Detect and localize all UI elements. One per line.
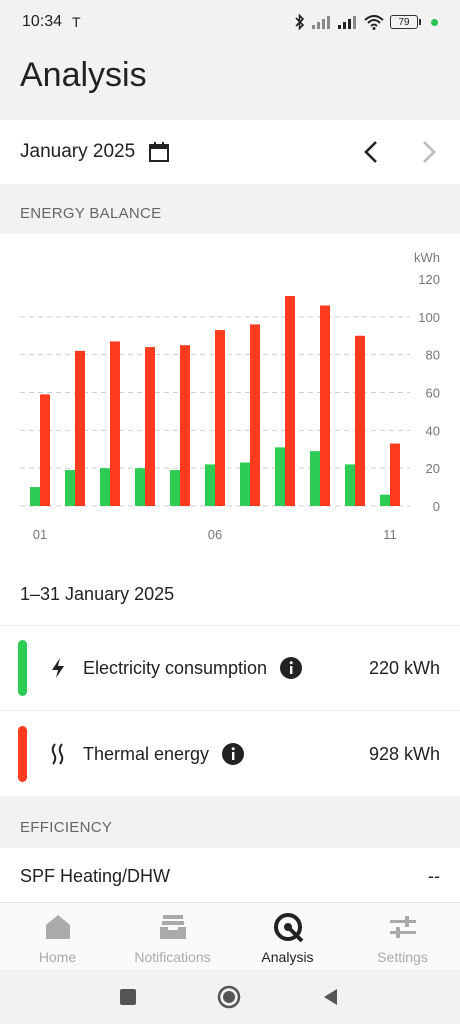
- metric-label: Electricity consumption: [83, 657, 268, 678]
- bar-thermal: [145, 347, 155, 506]
- status-icons: 79: [294, 14, 438, 30]
- bar-thermal: [320, 305, 330, 506]
- lightning-icon: [47, 657, 69, 679]
- back-button[interactable]: [321, 987, 341, 1007]
- sliders-icon: [389, 916, 416, 938]
- metric-row-thermal: Thermal energy 928 kWh: [0, 712, 460, 796]
- battery-icon: 79: [390, 15, 418, 29]
- tesla-icon: T: [72, 14, 81, 30]
- efficiency-value: --: [428, 865, 440, 886]
- nav-home[interactable]: Home: [0, 903, 115, 970]
- period-label: 1–31 January 2025: [20, 584, 175, 604]
- metric-value: 928 kWh: [368, 743, 440, 764]
- month-label[interactable]: January 2025: [20, 141, 135, 163]
- nav-analysis[interactable]: Analysis: [230, 903, 345, 970]
- nav-label: Home: [38, 949, 77, 965]
- signal-icon-2: [338, 16, 356, 29]
- bar-electricity: [170, 470, 180, 506]
- metric-row-electricity: Electricity consumption 220 kWh: [0, 626, 460, 710]
- calendar-icon[interactable]: [147, 140, 171, 164]
- bar-electricity: [100, 468, 110, 506]
- nav-settings[interactable]: Settings: [345, 903, 460, 970]
- system-navigation: [0, 970, 460, 1024]
- bar-electricity: [345, 464, 355, 506]
- bar-electricity: [310, 451, 320, 506]
- metric-label: Thermal energy: [83, 743, 210, 764]
- bar-thermal: [40, 394, 50, 506]
- bar-electricity: [380, 494, 390, 506]
- bar-electricity: [65, 470, 75, 506]
- metric-value: 220 kWh: [368, 657, 440, 678]
- month-selector: January 2025: [0, 120, 460, 184]
- page-title: Analysis: [20, 56, 147, 94]
- energy-bar-chart: 0 20 40 60 80 100 120 kWh 01 06 11: [20, 250, 440, 542]
- thermal-color-bar: [18, 726, 27, 782]
- section-efficiency: EFFICIENCY: [20, 818, 113, 836]
- bar-thermal: [390, 443, 400, 506]
- bar-thermal: [110, 341, 120, 506]
- bar-electricity: [240, 462, 250, 506]
- next-month-button[interactable]: [414, 138, 442, 166]
- bar-electricity: [30, 487, 40, 506]
- bar-thermal: [250, 324, 260, 506]
- nav-label: Settings: [377, 949, 428, 965]
- info-icon[interactable]: [279, 656, 303, 680]
- home-button[interactable]: [217, 985, 241, 1009]
- home-icon: [45, 915, 70, 939]
- nav-label: Notifications: [134, 949, 211, 965]
- energy-chart: 0 20 40 60 80 100 120 kWh 01 06 11: [0, 234, 460, 564]
- x-tick-label: 06: [208, 527, 222, 542]
- efficiency-row[interactable]: SPF Heating/DHW --: [0, 848, 460, 904]
- heat-waves-icon: [47, 743, 69, 765]
- y-tick-label: 40: [426, 423, 440, 438]
- bar-electricity: [275, 447, 285, 506]
- y-tick-label: 80: [426, 348, 440, 363]
- nav-label: Analysis: [261, 949, 314, 965]
- battery-tip: [419, 19, 421, 25]
- bluetooth-icon: [295, 14, 305, 30]
- recents-button[interactable]: [119, 988, 137, 1006]
- privacy-dot: [431, 18, 438, 26]
- nav-notifications[interactable]: Notifications: [115, 903, 230, 970]
- bar-thermal: [355, 335, 365, 506]
- wifi-icon: [364, 14, 384, 30]
- previous-month-button[interactable]: [358, 138, 386, 166]
- y-tick-label: 100: [418, 310, 440, 325]
- y-axis-unit: kWh: [414, 250, 440, 265]
- x-tick-label: 01: [33, 527, 47, 542]
- bar-thermal: [215, 330, 225, 506]
- efficiency-label: SPF Heating/DHW: [20, 865, 171, 886]
- electricity-color-bar: [18, 640, 27, 696]
- signal-icon: [312, 16, 330, 29]
- y-tick-label: 60: [426, 386, 440, 401]
- status-time: 10:34: [22, 13, 63, 30]
- x-tick-label: 11: [383, 527, 397, 542]
- bar-electricity: [205, 464, 215, 506]
- bottom-navigation: Home Notifications Analysis Settings: [0, 902, 460, 970]
- bar-thermal: [180, 345, 190, 506]
- y-tick-label: 20: [426, 461, 440, 476]
- info-icon[interactable]: [221, 742, 245, 766]
- bar-electricity: [135, 468, 145, 506]
- status-bar: 10:34 T 79: [0, 0, 460, 44]
- y-tick-label: 0: [433, 499, 440, 514]
- bar-thermal: [75, 350, 85, 506]
- bar-thermal: [285, 296, 295, 506]
- y-tick-label: 120: [418, 272, 440, 287]
- inbox-icon: [159, 915, 186, 939]
- divider: [0, 710, 460, 711]
- analysis-icon: [273, 913, 303, 943]
- section-energy-balance: ENERGY BALANCE: [20, 204, 162, 222]
